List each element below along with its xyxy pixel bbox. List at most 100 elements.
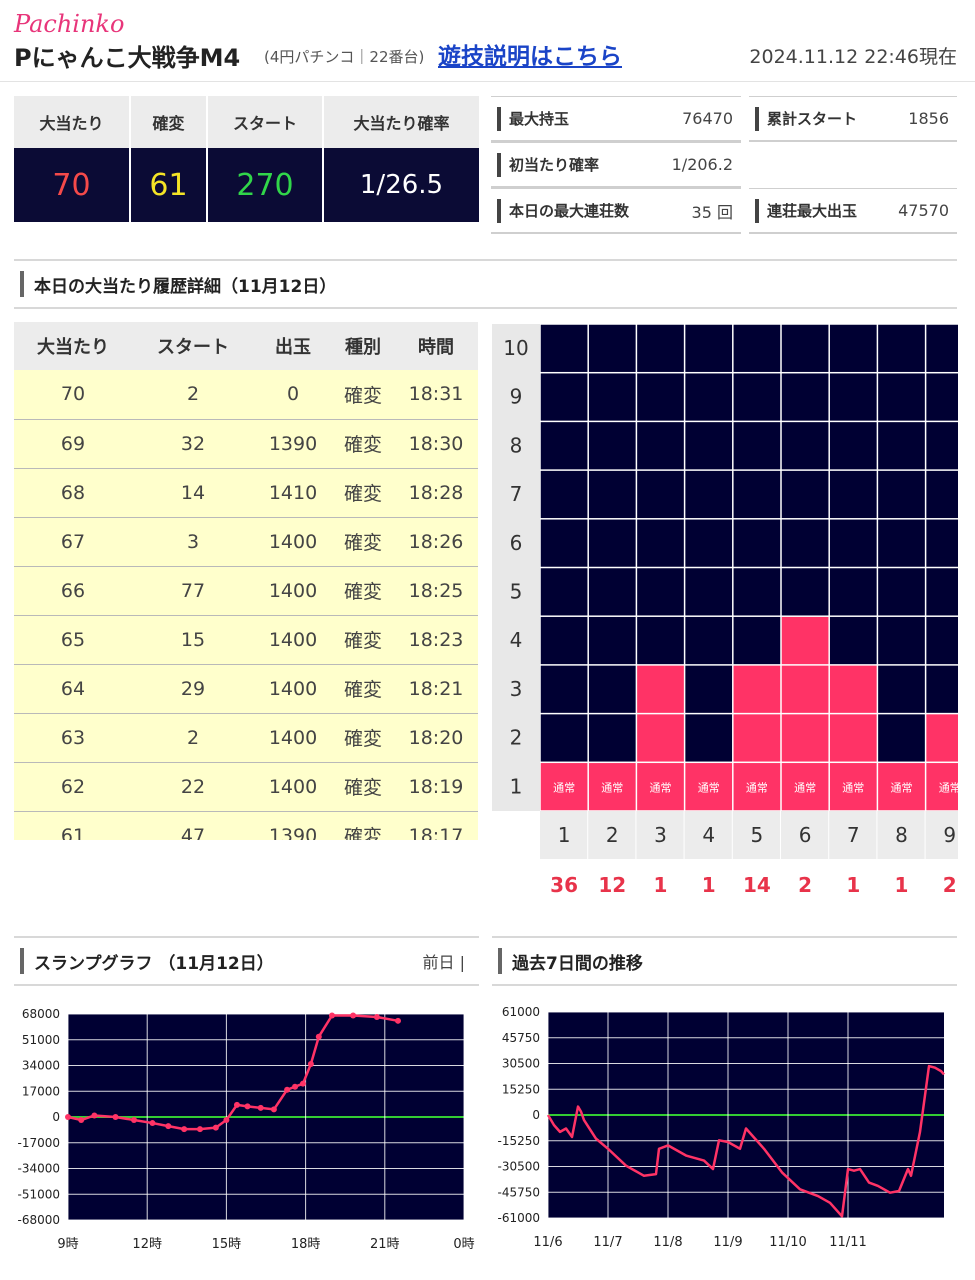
prev-day-button[interactable]: 前日 | [423, 949, 465, 973]
row-start: 47 [132, 811, 254, 840]
stat-first-probability: 初当たり確率 1/206.2 [491, 142, 741, 188]
row-type: 確変 [332, 713, 394, 763]
grid-row-label: 4 [510, 628, 523, 652]
grid-cell-empty [588, 568, 636, 616]
history-table-scroll[interactable]: 大当たり スタート 出玉 種別 時間 70 2 0 確変 18:31 69 32 1390 確変… [14, 322, 478, 840]
slump-graph: 68000 51000 34000 17000 0 -17000 -34000 -51000 -… [0, 1000, 482, 1265]
row-jackpot: 66 [14, 566, 132, 616]
grid-cell-empty [588, 616, 636, 665]
graph-point [91, 1112, 98, 1119]
row-time: 18:21 [394, 664, 478, 714]
history-title: 本日の大当たり履歴詳細（11月12日） [34, 276, 337, 297]
grid-cell-empty [540, 324, 588, 372]
grid-cell-empty [878, 616, 925, 665]
grid-cell-filled [781, 665, 829, 713]
grid-cell-empty [733, 470, 781, 519]
grid-base-label: 通常 [650, 781, 672, 794]
grid-cell-empty [878, 324, 925, 372]
grid-cell-filled [637, 714, 684, 762]
row-start: 77 [132, 566, 254, 616]
grid-cell-empty [637, 324, 684, 372]
grid-cell-empty [829, 373, 877, 421]
grid-col-label: 3 [654, 823, 667, 847]
summary-header-probability: 大当たり確率 [323, 96, 481, 148]
graph-x-tick: 11/8 [653, 1235, 682, 1250]
summary-table: 大当たり 確変 スタート 大当たり確率 70 61 270 1/26.5 [14, 96, 481, 222]
graph-point [329, 1012, 335, 1019]
graph-x-tick: 11/7 [593, 1235, 622, 1250]
grid-base-label: 通常 [746, 781, 768, 794]
grid-cell-empty [733, 422, 781, 470]
grid-col-label: 6 [799, 823, 812, 847]
graph-y-tick: -30500 [497, 1160, 540, 1174]
row-start: 2 [132, 370, 254, 420]
grid-col-label: 4 [702, 823, 715, 847]
grid-cell-empty [588, 665, 636, 713]
grid-base-label: 通常 [794, 781, 816, 794]
graph-point [65, 1114, 71, 1120]
section-bar [20, 948, 24, 974]
weekly-graph-svg: 61000 45750 30500 15250 0 -15250 -30500 -45750 -… [497, 1005, 945, 1250]
graph-point [299, 1080, 306, 1087]
row-jackpot: 61 [14, 811, 132, 840]
grid-cell-empty [781, 324, 829, 372]
grid-col-count: 12 [598, 873, 626, 897]
row-payout: 0 [254, 370, 332, 420]
graph-y-tick: 68000 [22, 1007, 60, 1021]
graph-y-tick: 17000 [22, 1084, 60, 1098]
graph-x-tick: 18時 [291, 1237, 321, 1252]
summary-value-jackpot: 70 [14, 148, 131, 222]
grid-cell-empty [637, 519, 684, 567]
grid-cell-empty [878, 714, 925, 762]
graph-x-tick: 11/10 [769, 1235, 806, 1250]
grid-cell-filled [637, 665, 684, 713]
grid-cell-empty [878, 568, 925, 616]
grid-cell-empty [926, 470, 958, 519]
row-type: 確変 [332, 370, 394, 420]
row-payout: 1400 [254, 566, 332, 616]
table-row: 65 15 1400 確変 18:23 [14, 615, 478, 665]
stat-label: 累計スタート [767, 110, 858, 128]
stat-streak-max-out: 連荘最大出玉 47570 [749, 188, 957, 234]
grid-cell-empty [926, 422, 958, 470]
history-table: 大当たり スタート 出玉 種別 時間 70 2 0 確変 18:31 69 32 1390 確変… [14, 322, 478, 840]
graph-y-tick: -17000 [17, 1136, 60, 1150]
history-col-payout: 出玉 [254, 322, 332, 370]
grid-cell-filled [781, 714, 829, 762]
grid-col-label: 9 [943, 823, 956, 847]
grid-col-label: 8 [895, 823, 908, 847]
grid-cell-empty [637, 616, 684, 665]
row-start: 22 [132, 762, 254, 812]
table-row: 70 2 0 確変 18:31 [14, 370, 478, 420]
grid-cell-empty [685, 519, 733, 567]
graph-y-tick: 30500 [502, 1057, 540, 1071]
grid-cell-empty [926, 616, 958, 665]
grid-col-label: 7 [847, 823, 860, 847]
row-type: 確変 [332, 468, 394, 518]
grid-cell-empty [540, 714, 588, 762]
row-time: 18:26 [394, 517, 478, 567]
grid-col-count: 1 [846, 873, 860, 897]
table-row: 67 3 1400 確変 18:26 [14, 517, 478, 567]
grid-cell-empty [540, 665, 588, 713]
grid-cell-empty [540, 519, 588, 567]
grid-cell-empty [685, 665, 733, 713]
grid-row-label: 6 [510, 531, 523, 555]
row-start: 3 [132, 517, 254, 567]
grid-cell-empty [540, 568, 588, 616]
machine-name: Pにゃんこ大戦争M4 [14, 44, 241, 72]
rules-link[interactable]: 遊技説明はこちら [438, 37, 622, 71]
grid-cell-filled [829, 665, 877, 713]
table-row: 61 47 1390 確変 18:17 [14, 811, 478, 840]
grid-cell-empty [878, 422, 925, 470]
table-row: 63 2 1400 確変 18:20 [14, 713, 478, 763]
stats-panel: 最大持玉 76470 累計スタート 1856 初当たり確率 1/206.2 本日… [491, 96, 957, 236]
row-type: 確変 [332, 664, 394, 714]
graph-x-tick: 11/11 [829, 1235, 866, 1250]
grid-cell-filled [733, 665, 781, 713]
row-start: 2 [132, 713, 254, 763]
grid-cell-empty [588, 519, 636, 567]
row-payout: 1400 [254, 664, 332, 714]
row-type: 確変 [332, 615, 394, 665]
grid-cell-empty [926, 665, 958, 713]
